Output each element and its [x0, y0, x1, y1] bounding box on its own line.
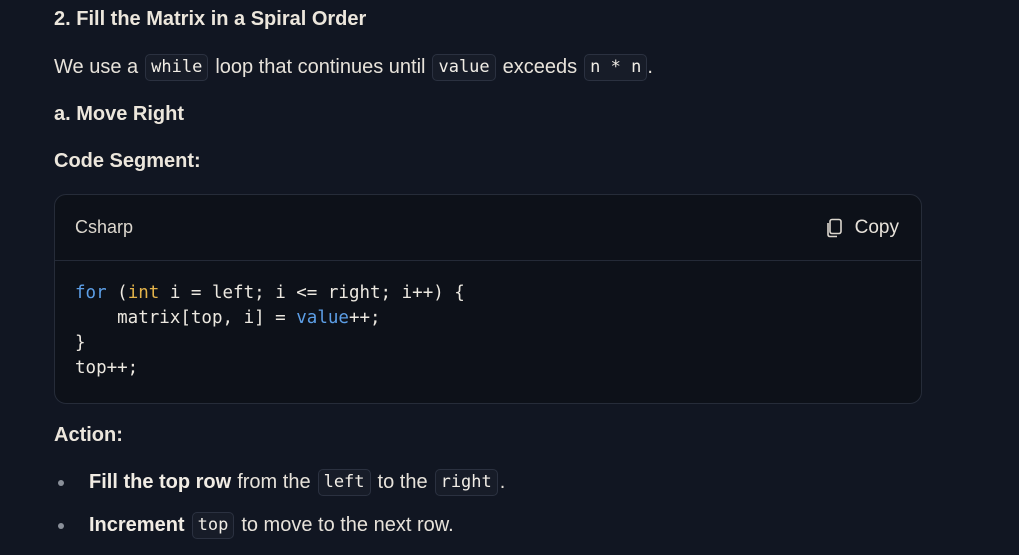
action-item-1-bold: Fill the top row [89, 471, 232, 493]
action-heading: Action: [54, 424, 123, 446]
inline-code-while: while [145, 54, 209, 81]
action-item-2: Increment top to move to the next row. [89, 512, 454, 539]
page: 2. Fill the Matrix in a Spiral Order We … [0, 0, 1019, 555]
action-item-1: Fill the top row from the left to the ri… [89, 469, 505, 496]
inline-code-left: left [317, 469, 371, 496]
action-item-1-text-3: . [499, 471, 506, 493]
code-line-3: } [75, 333, 86, 353]
code-keyword-for: for [75, 283, 107, 303]
intro-text-4: . [647, 56, 653, 78]
subheading-move-right: a. Move Right [54, 103, 185, 125]
code-text: ++; [348, 308, 381, 328]
code-text: ( [106, 283, 128, 303]
code-keyword-value: value [296, 308, 349, 328]
bullet-marker [58, 523, 64, 529]
code-line-4: top++; [75, 358, 139, 378]
section-heading: 2. Fill the Matrix in a Spiral Order [54, 8, 367, 30]
code-line-1: for (int i = left; i <= right; i++) { [75, 281, 901, 306]
intro-text-2: loop that continues until [215, 56, 426, 78]
intro-paragraph: We use a while loop that continues until… [54, 54, 653, 81]
intro-text-3: exceeds [502, 56, 578, 78]
code-language-label: Csharp [75, 217, 134, 237]
action-item-1-text-2: to the [377, 471, 428, 493]
copy-label: Copy [854, 216, 899, 238]
code-body: for (int i = left; i <= right; i++) { ma… [55, 261, 921, 381]
code-block-header: Csharp Copy [55, 195, 921, 261]
code-block: Csharp Copy for (int i = left; i <= righ… [54, 194, 922, 404]
code-text: i = left; i <= right; i++) { [159, 283, 465, 303]
action-item-2-text: to move to the next row. [241, 514, 454, 536]
inline-code-top: top [191, 512, 235, 539]
action-item-2-bold: Increment [89, 514, 185, 536]
intro-text-1: We use a [54, 56, 139, 78]
code-text: matrix[top, i] = [75, 308, 297, 328]
action-item-1-text-1: from the [237, 471, 311, 493]
bullet-marker [58, 480, 64, 486]
copy-button[interactable]: Copy [825, 217, 899, 239]
code-segment-label: Code Segment: [54, 150, 201, 172]
copy-icon [825, 218, 843, 238]
code-type-int: int [127, 283, 160, 303]
inline-code-value: value [432, 54, 496, 81]
inline-code-right: right [434, 469, 498, 496]
inline-code-n-times-n: n * n [584, 54, 648, 81]
code-line-2: matrix[top, i] = value++; [75, 306, 901, 331]
